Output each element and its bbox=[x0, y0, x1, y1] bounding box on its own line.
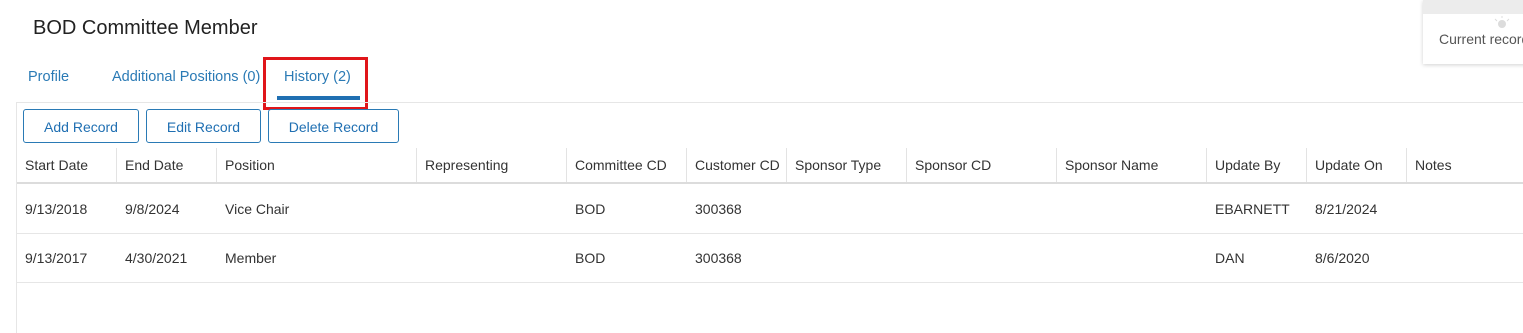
cell-update-by: EBARNETT bbox=[1215, 201, 1290, 217]
cell-sponsor-type bbox=[787, 234, 907, 282]
table-row[interactable]: 9/13/2018 9/8/2024 Vice Chair BOD 300368… bbox=[17, 185, 1523, 234]
column-header-update-on[interactable]: Update On bbox=[1307, 148, 1407, 182]
page-title: BOD Committee Member bbox=[33, 17, 258, 39]
cell-sponsor-type bbox=[787, 185, 907, 233]
column-header-sponsor-name[interactable]: Sponsor Name bbox=[1057, 148, 1207, 182]
column-header-representing[interactable]: Representing bbox=[417, 148, 567, 182]
table-row[interactable]: 9/13/2017 4/30/2021 Member BOD 300368 DA… bbox=[17, 234, 1523, 283]
cell-committee-cd: BOD bbox=[575, 250, 606, 266]
column-header-committee-cd[interactable]: Committee CD bbox=[567, 148, 687, 182]
column-header-sponsor-cd[interactable]: Sponsor CD bbox=[907, 148, 1057, 182]
current-record-card[interactable]: Current record bbox=[1423, 0, 1523, 64]
cell-customer-cd: 300368 bbox=[695, 250, 742, 266]
cell-customer-cd: 300368 bbox=[695, 201, 742, 217]
cell-representing bbox=[417, 234, 567, 282]
column-header-customer-cd[interactable]: Customer CD bbox=[687, 148, 787, 182]
cell-sponsor-cd bbox=[907, 234, 1057, 282]
delete-record-button[interactable]: Delete Record bbox=[268, 109, 399, 143]
tab-additional-positions[interactable]: Additional Positions (0) bbox=[112, 69, 260, 85]
column-header-sponsor-type[interactable]: Sponsor Type bbox=[787, 148, 907, 182]
cell-sponsor-name bbox=[1057, 185, 1207, 233]
column-header-notes[interactable]: Notes bbox=[1407, 148, 1523, 182]
cell-position: Member bbox=[225, 250, 277, 266]
edit-record-button[interactable]: Edit Record bbox=[146, 109, 261, 143]
table-header: Start Date End Date Position Representin… bbox=[17, 148, 1523, 184]
tabs-divider bbox=[16, 102, 1523, 103]
card-header-strip bbox=[1423, 0, 1523, 14]
cell-sponsor-name bbox=[1057, 234, 1207, 282]
cell-update-on: 8/21/2024 bbox=[1315, 201, 1378, 217]
cell-sponsor-cd bbox=[907, 185, 1057, 233]
cell-start-date: 9/13/2017 bbox=[25, 250, 88, 266]
column-header-position[interactable]: Position bbox=[217, 148, 417, 182]
add-record-button[interactable]: Add Record bbox=[23, 109, 139, 143]
cell-end-date: 4/30/2021 bbox=[125, 250, 188, 266]
cell-end-date: 9/8/2024 bbox=[125, 201, 180, 217]
current-record-label: Current record bbox=[1439, 31, 1523, 47]
tab-profile[interactable]: Profile bbox=[28, 69, 69, 85]
cell-position: Vice Chair bbox=[225, 201, 290, 217]
app-root: BOD Committee Member Profile Additional … bbox=[0, 0, 1523, 333]
cell-update-by: DAN bbox=[1215, 250, 1245, 266]
cell-committee-cd: BOD bbox=[575, 201, 606, 217]
column-header-update-by[interactable]: Update By bbox=[1207, 148, 1307, 182]
lightbulb-icon bbox=[1493, 16, 1511, 30]
tab-bar: Profile Additional Positions (0) History… bbox=[0, 62, 1523, 102]
column-header-end-date[interactable]: End Date bbox=[117, 148, 217, 182]
cell-notes bbox=[1407, 234, 1523, 282]
cell-update-on: 8/6/2020 bbox=[1315, 250, 1370, 266]
column-header-start-date[interactable]: Start Date bbox=[17, 148, 117, 182]
cell-start-date: 9/13/2018 bbox=[25, 201, 88, 217]
cell-representing bbox=[417, 185, 567, 233]
cell-notes bbox=[1407, 185, 1523, 233]
